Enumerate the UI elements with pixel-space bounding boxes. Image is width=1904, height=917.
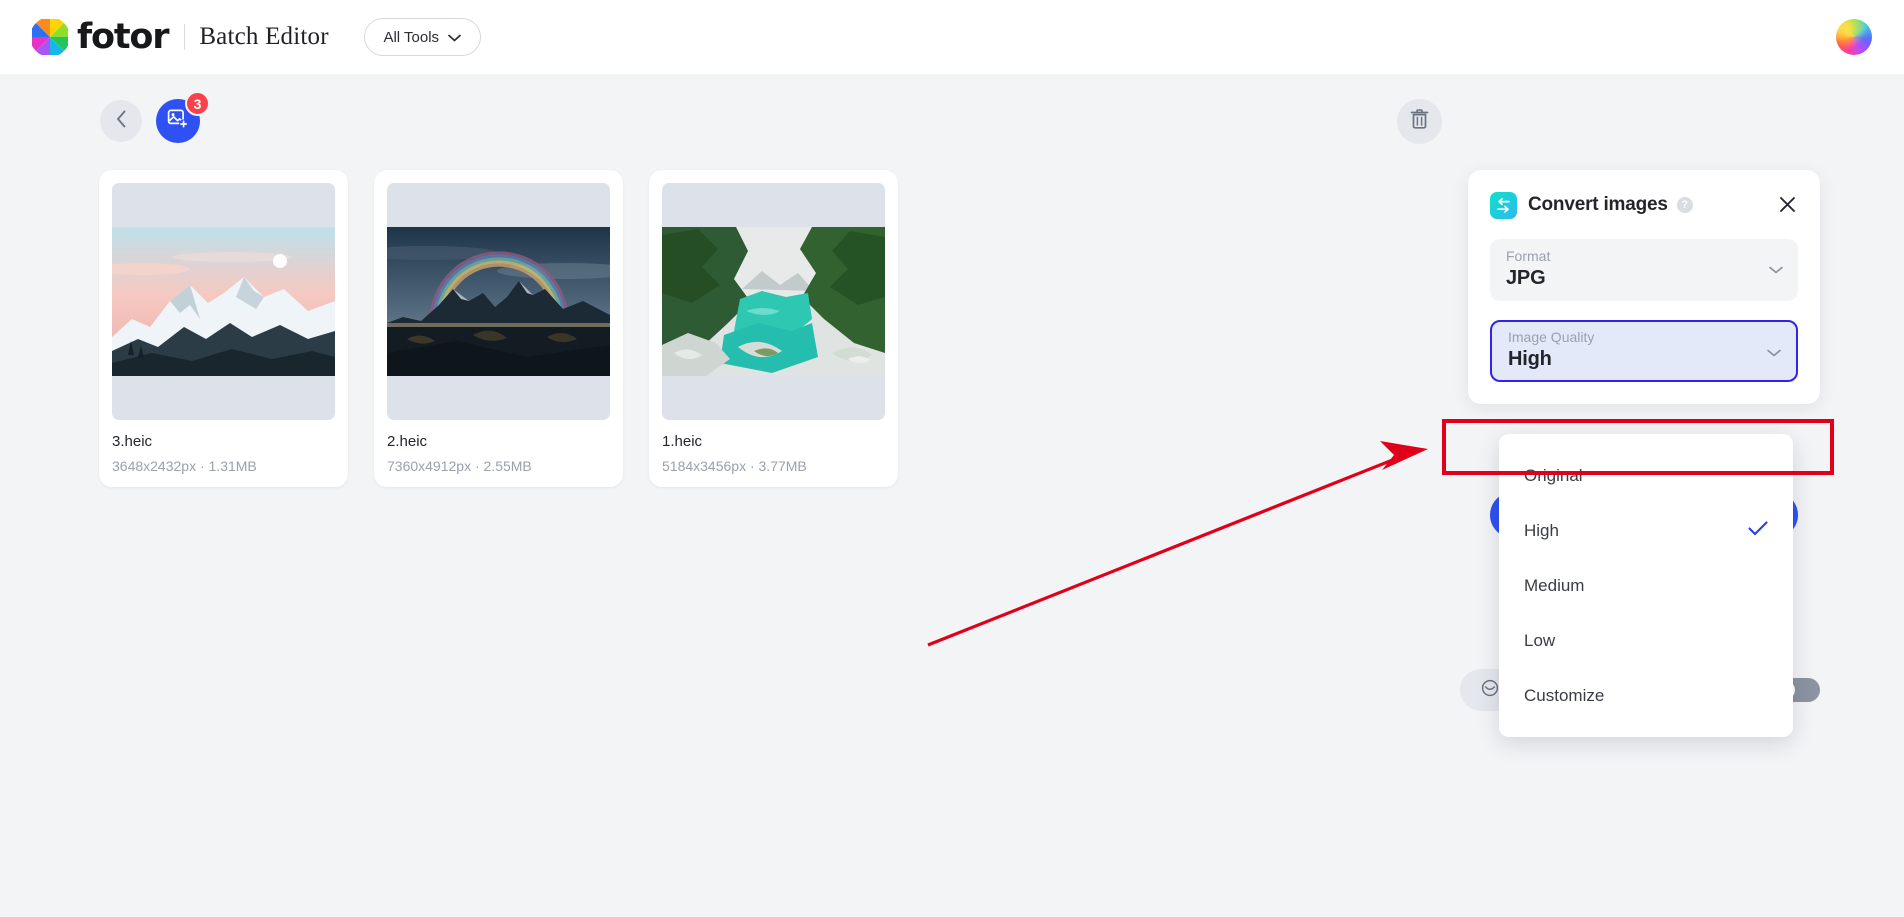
chevron-left-icon [116,110,127,133]
image-meta: 7360x4912px · 2.55MB [387,458,532,474]
chevron-down-icon [1767,344,1781,362]
brand-wordmark: fotor [77,16,170,57]
preview-eye-icon [1481,679,1499,702]
panel-header: Convert images ? [1490,190,1798,220]
image-thumbnail [662,183,885,420]
panel-title: Convert images [1528,194,1668,215]
image-card[interactable]: 2.heic 7360x4912px · 2.55MB [374,170,623,487]
format-label: Format [1506,248,1551,264]
workspace-canvas: 3 3.heic 3648x2432px · 1.31MB 2.heic 736… [0,74,1904,917]
back-button[interactable] [100,100,142,142]
delete-button[interactable] [1397,99,1442,144]
app-header: fotor Batch Editor All Tools [0,0,1904,74]
header-divider [184,24,186,50]
quality-option-high[interactable]: High [1499,503,1793,558]
image-card[interactable]: 1.heic 5184x3456px · 3.77MB [649,170,898,487]
chevron-down-icon [448,29,461,46]
quality-option-original[interactable]: Original [1499,448,1793,503]
quality-option-label: Medium [1524,575,1585,595]
quality-option-medium[interactable]: Medium [1499,558,1793,613]
user-avatar[interactable] [1836,19,1872,55]
image-meta: 5184x3456px · 3.77MB [662,458,807,474]
help-question-icon[interactable]: ? [1676,197,1693,213]
convert-arrows-icon [1490,191,1517,219]
convert-images-panel: Convert images ? Format JPG Image Qualit… [1468,170,1820,538]
image-meta: 3648x2432px · 1.31MB [112,458,257,474]
image-thumbnail [112,183,335,420]
image-thumbnail [387,183,610,420]
trash-icon [1409,108,1430,135]
quality-option-customize[interactable]: Customize [1499,668,1793,723]
image-quality-label: Image Quality [1508,329,1595,345]
close-x-icon[interactable] [1776,193,1798,215]
image-count-badge: 3 [185,91,210,116]
quality-option-label: Customize [1524,685,1605,705]
image-card-list: 3.heic 3648x2432px · 1.31MB 2.heic 7360x… [99,170,898,487]
image-card[interactable]: 3.heic 3648x2432px · 1.31MB [99,170,348,487]
format-select[interactable]: Format JPG [1490,239,1798,301]
all-tools-label: All Tools [383,28,440,46]
image-quality-dropdown: Original High Medium Low Customize [1499,434,1793,737]
quality-option-label: Original [1524,465,1583,485]
image-filename: 1.heic [662,433,703,450]
format-value: JPG [1506,267,1546,290]
image-quality-value: High [1508,348,1552,371]
all-tools-button[interactable]: All Tools [363,18,481,56]
quality-option-low[interactable]: Low [1499,613,1793,668]
image-filename: 3.heic [112,433,153,450]
add-image-icon [167,108,189,135]
app-subtitle: Batch Editor [199,23,329,50]
check-icon [1748,520,1768,541]
chevron-down-icon [1769,261,1783,279]
image-filename: 2.heic [387,433,428,450]
image-quality-select[interactable]: Image Quality High [1490,320,1798,382]
quality-option-label: High [1524,520,1559,540]
quality-option-label: Low [1524,630,1556,650]
fotor-color-wheel-icon[interactable] [32,19,68,55]
